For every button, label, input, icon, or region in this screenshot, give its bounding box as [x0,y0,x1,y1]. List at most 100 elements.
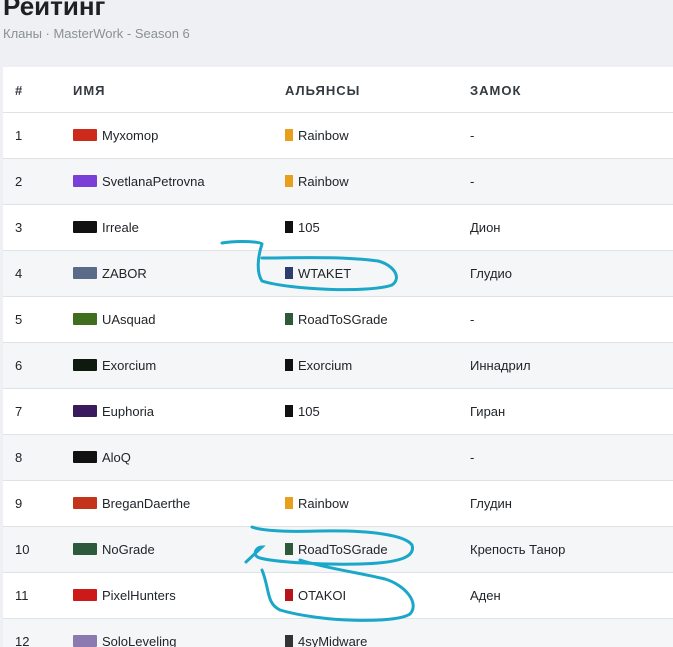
clan-crest-icon [73,451,97,463]
alliance-cell[interactable]: RoadToSGrade [285,297,388,342]
clan-name[interactable]: BreganDaerthe [102,496,190,511]
clan-cell[interactable]: Irreale [73,205,139,250]
alliance-cell[interactable]: 105 [285,389,320,434]
alliance-crest-icon [285,589,293,601]
clan-name[interactable]: NoGrade [102,542,155,557]
clan-crest-icon [73,129,97,141]
castle-cell: - [470,174,475,189]
clan-crest-icon [73,405,97,417]
clan-cell[interactable]: Euphoria [73,389,154,434]
clan-cell[interactable]: Exorcium [73,343,156,388]
clan-cell[interactable]: NoGrade [73,527,155,572]
castle-cell: Глудио [470,266,513,281]
rank-cell: 2 [15,174,23,189]
column-header-number[interactable]: # [15,83,23,98]
alliance-crest-icon [285,129,293,141]
alliance-crest-icon [285,405,293,417]
castle-cell: Глудин [470,496,512,511]
clan-name[interactable]: Myxomop [102,128,158,143]
clan-crest-icon [73,267,97,279]
alliance-name[interactable]: 105 [298,220,320,235]
clan-cell[interactable]: AloQ [73,435,131,480]
table-header: # ИМЯ АЛЬЯНСЫ ЗАМОК [3,67,673,113]
alliance-crest-icon [285,313,293,325]
castle-cell: Гиран [470,404,506,419]
clan-crest-icon [73,635,97,647]
alliance-crest-icon [285,497,293,509]
castle-cell: - [470,128,475,143]
clan-crest-icon [73,497,97,509]
castle-cell: - [470,450,475,465]
alliance-crest-icon [285,175,293,187]
clan-crest-icon [73,175,97,187]
clan-crest-icon [73,589,97,601]
alliance-name[interactable]: OTAKOI [298,588,346,603]
table-row[interactable]: 3 Irreale 105 Дион [3,205,673,251]
alliance-name[interactable]: Exorcium [298,358,352,373]
clan-name[interactable]: ZABOR [102,266,147,281]
table-row[interactable]: 9 BreganDaerthe Rainbow Глудин [3,481,673,527]
table-row[interactable]: 7 Euphoria 105 Гиран [3,389,673,435]
table-row[interactable]: 1 Myxomop Rainbow - [3,113,673,159]
alliance-name[interactable]: Rainbow [298,128,349,143]
table-row[interactable]: 8 AloQ - [3,435,673,481]
alliance-cell[interactable]: Rainbow [285,481,349,526]
clan-name[interactable]: Euphoria [102,404,154,419]
alliance-cell[interactable]: OTAKOI [285,573,346,618]
clan-crest-icon [73,543,97,555]
alliance-cell[interactable]: Rainbow [285,113,349,158]
table-row[interactable]: 4 ZABOR WTAKET Глудио [3,251,673,297]
rank-cell: 1 [15,128,23,143]
clan-name[interactable]: UAsquad [102,312,155,327]
clan-cell[interactable]: ZABOR [73,251,147,296]
rating-table: # ИМЯ АЛЬЯНСЫ ЗАМОК 1 Myxomop Rainbow - 2 Sve… [3,67,673,647]
clan-name[interactable]: SoloLeveling [102,634,176,647]
alliance-cell[interactable]: Rainbow [285,159,349,204]
clan-name[interactable]: AloQ [102,450,131,465]
rank-cell: 10 [15,542,30,557]
table-row[interactable]: 5 UAsquad RoadToSGrade - [3,297,673,343]
castle-cell: Крепость Танор [470,542,566,557]
alliance-name[interactable]: 105 [298,404,320,419]
alliance-crest-icon [285,267,293,279]
alliance-cell[interactable]: 105 [285,205,320,250]
rank-cell: 7 [15,404,23,419]
clan-crest-icon [73,359,97,371]
clan-crest-icon [73,221,97,233]
alliance-name[interactable]: RoadToSGrade [298,542,388,557]
castle-cell: - [470,312,475,327]
alliance-cell[interactable]: Exorcium [285,343,352,388]
rank-cell: 4 [15,266,23,281]
clan-cell[interactable]: PixelHunters [73,573,176,618]
alliance-name[interactable]: Rainbow [298,174,349,189]
rank-cell: 5 [15,312,23,327]
clan-name[interactable]: PixelHunters [102,588,176,603]
column-header-alliances[interactable]: АЛЬЯНСЫ [285,83,360,98]
alliance-name[interactable]: WTAKET [298,266,351,281]
table-row[interactable]: 6 Exorcium Exorcium Иннадрил [3,343,673,389]
table-body: 1 Myxomop Rainbow - 2 SvetlanaPetrovna Rainbow… [3,113,673,647]
alliance-cell[interactable]: WTAKET [285,251,351,296]
alliance-name[interactable]: RoadToSGrade [298,312,388,327]
rank-cell: 3 [15,220,23,235]
table-row[interactable]: 2 SvetlanaPetrovna Rainbow - [3,159,673,205]
rank-cell: 6 [15,358,23,373]
table-row[interactable]: 10 NoGrade RoadToSGrade Крепость Танор [3,527,673,573]
column-header-castle[interactable]: ЗАМОК [470,83,521,98]
table-row[interactable]: 11 PixelHunters OTAKOI Аден [3,573,673,619]
alliance-name[interactable]: Rainbow [298,496,349,511]
clan-cell[interactable]: BreganDaerthe [73,481,190,526]
column-header-name[interactable]: ИМЯ [73,83,106,98]
alliance-cell[interactable]: RoadToSGrade [285,527,388,572]
clan-name[interactable]: Irreale [102,220,139,235]
alliance-crest-icon [285,543,293,555]
breadcrumb: Кланы · MasterWork - Season 6 [3,26,190,41]
clan-name[interactable]: SvetlanaPetrovna [102,174,205,189]
clan-cell[interactable]: Myxomop [73,113,158,158]
clan-cell[interactable]: UAsquad [73,297,155,342]
rank-cell: 11 [15,588,29,603]
alliance-name[interactable]: 4syMidware [298,634,367,647]
clan-cell[interactable]: SvetlanaPetrovna [73,159,205,204]
clan-name[interactable]: Exorcium [102,358,156,373]
clan-crest-icon [73,313,97,325]
